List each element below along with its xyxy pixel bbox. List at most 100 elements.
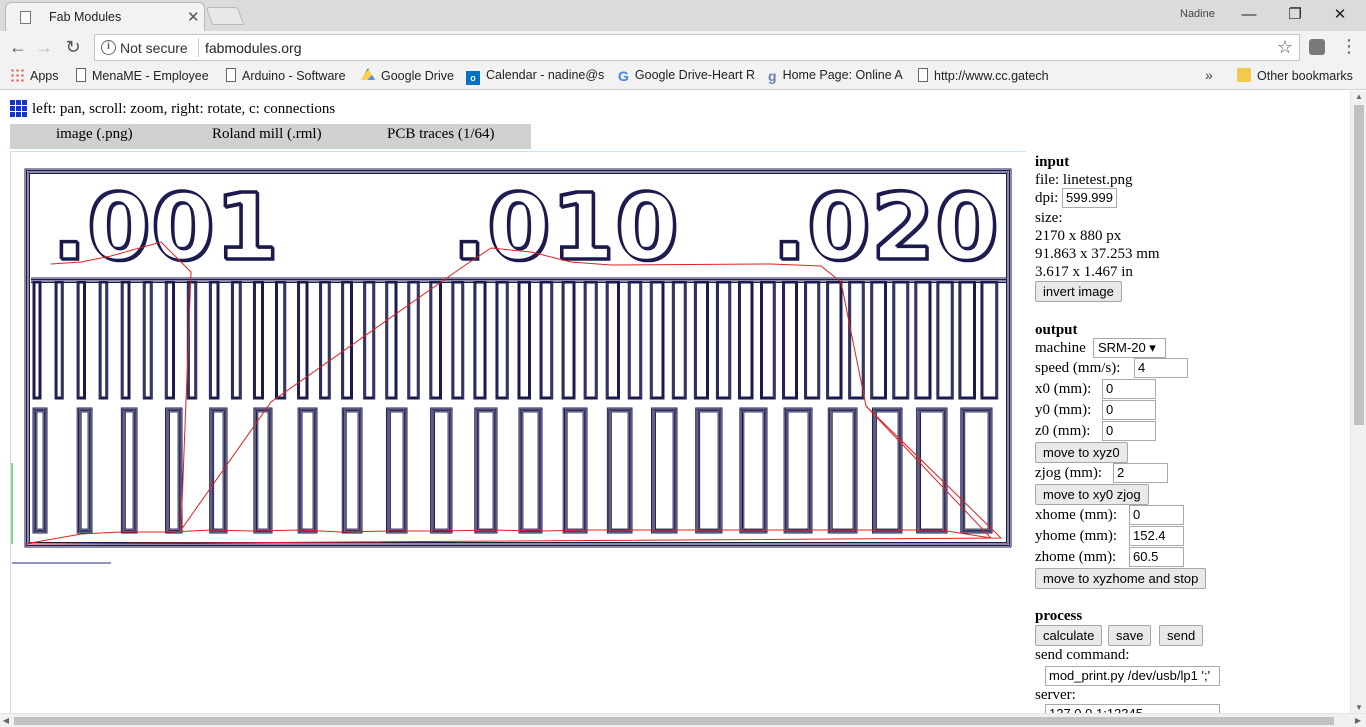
lower-trace xyxy=(653,410,675,531)
back-arrow-icon[interactable]: ← xyxy=(7,36,29,58)
yhome-input[interactable]: 152.4 xyxy=(1129,526,1184,546)
window-close-icon[interactable]: ✕ xyxy=(1325,4,1355,26)
page-favicon-icon xyxy=(20,11,31,24)
y0-label: y0 (mm): xyxy=(1035,402,1092,418)
move-to-xy0-zjog-button[interactable]: move to xy0 zjog xyxy=(1035,484,1149,505)
upper-trace xyxy=(562,281,575,399)
move-to-xyzhome-button[interactable]: move to xyzhome and stop xyxy=(1035,568,1207,589)
bookmarks-overflow-chevron-icon[interactable]: » xyxy=(1205,67,1213,83)
browser-tab[interactable]: Fab Modules ✕ xyxy=(5,2,205,31)
lower-trace xyxy=(566,411,584,530)
bookmark-drive-heart[interactable]: G Google Drive-Heart R xyxy=(618,68,755,84)
upper-trace xyxy=(166,282,173,398)
zjog-input[interactable]: 2 xyxy=(1113,463,1168,483)
forward-arrow-icon[interactable]: → xyxy=(33,36,55,58)
scroll-down-icon[interactable]: ▼ xyxy=(1351,703,1366,712)
output-heading: output xyxy=(1035,322,1078,338)
lower-trace xyxy=(256,410,270,531)
bookmark-gatech[interactable]: http://www.cc.gatech xyxy=(918,68,1049,83)
dpi-input[interactable]: 599.999 xyxy=(1062,188,1117,208)
lower-trace xyxy=(432,410,450,531)
bookmark-apps[interactable]: Apps xyxy=(10,68,59,83)
scroll-left-icon[interactable]: ◀ xyxy=(0,716,12,725)
tab-close-icon[interactable]: ✕ xyxy=(187,8,200,26)
server-input[interactable]: 127.0.0.1:12345 xyxy=(1045,704,1220,713)
lower-trace xyxy=(32,407,48,534)
page-icon xyxy=(918,68,928,82)
folder-icon xyxy=(1237,68,1251,82)
machine-select[interactable]: SRM-20 ▾ xyxy=(1093,338,1166,358)
size-in: 3.617 x 1.467 in xyxy=(1035,264,1133,280)
lower-trace xyxy=(166,408,182,533)
size-label: size: xyxy=(1035,210,1063,226)
y0-input[interactable]: 0 xyxy=(1102,400,1156,420)
google-drive-icon xyxy=(361,68,375,80)
xhome-label: xhome (mm): xyxy=(1035,507,1118,523)
bookmark-star-icon[interactable]: ☆ xyxy=(1277,37,1293,58)
g-icon: g xyxy=(768,68,777,84)
tab-pcb-traces[interactable]: PCB traces (1/64) xyxy=(387,126,494,143)
lower-trace xyxy=(77,408,92,533)
module-tabs: image (.png) Roland mill (.rml) PCB trac… xyxy=(10,124,531,149)
security-status[interactable]: Not secure xyxy=(120,40,188,56)
toolpath-canvas[interactable]: .001.001.001.010.010.010.020.020.020 xyxy=(11,152,1025,712)
upper-trace xyxy=(387,282,396,398)
vertical-scroll-thumb[interactable] xyxy=(1354,105,1364,425)
extension-icon[interactable] xyxy=(1309,39,1325,55)
x0-input[interactable]: 0 xyxy=(1102,379,1156,399)
bookmark-google-drive[interactable]: Google Drive xyxy=(361,68,454,83)
lower-trace xyxy=(699,411,719,530)
toolpath-viewer[interactable]: .001.001.001.010.010.010.020.020.020 xyxy=(10,151,1026,713)
send-command-input[interactable]: mod_print.py /dev/usb/lp1 ';' xyxy=(1045,666,1220,686)
z0-label: z0 (mm): xyxy=(1035,423,1091,439)
tab-image-png[interactable]: image (.png) xyxy=(56,126,133,143)
bookmark-menaame[interactable]: MenaME - Employee xyxy=(76,68,209,83)
lower-trace xyxy=(610,411,629,530)
page-content: left: pan, scroll: zoom, right: rotate, … xyxy=(0,91,1350,713)
lower-trace xyxy=(831,411,854,530)
profile-name[interactable]: Nadine xyxy=(1180,8,1215,20)
url-text[interactable]: fabmodules.org xyxy=(205,40,302,56)
lower-trace xyxy=(787,411,809,530)
other-bookmarks[interactable]: Other bookmarks xyxy=(1237,68,1353,83)
new-tab-button[interactable] xyxy=(205,7,245,25)
vertical-scrollbar[interactable]: ▲ ▼ xyxy=(1350,91,1366,713)
move-to-xyz0-button[interactable]: move to xyz0 xyxy=(1035,442,1128,463)
toolpath-labels: .001.001.001.010.010.010.020.020.020 xyxy=(50,172,1001,283)
input-heading: input xyxy=(1035,154,1070,170)
upper-trace xyxy=(738,281,753,399)
reload-icon[interactable]: ↻ xyxy=(62,36,84,58)
lower-trace xyxy=(434,411,449,530)
zhome-input[interactable]: 60.5 xyxy=(1129,547,1184,567)
toolpath-label: .020 xyxy=(773,175,1000,282)
info-icon[interactable]: i xyxy=(101,40,116,55)
scroll-up-icon[interactable]: ▲ xyxy=(1351,92,1366,101)
horizontal-scroll-thumb[interactable] xyxy=(14,717,1334,725)
x0-label: x0 (mm): xyxy=(1035,381,1092,397)
lower-trace xyxy=(388,410,405,531)
maximize-icon[interactable]: ❐ xyxy=(1280,4,1310,26)
upper-trace xyxy=(784,282,797,398)
xhome-input[interactable]: 0 xyxy=(1129,505,1184,525)
scroll-right-icon[interactable]: ▶ xyxy=(1352,716,1364,725)
browser-menu-icon[interactable]: ⋮ xyxy=(1340,36,1358,56)
calculate-button[interactable]: calculate xyxy=(1035,625,1103,646)
speed-input[interactable]: 4 xyxy=(1134,358,1188,378)
upper-trace xyxy=(629,282,641,398)
toolpath-label: .001 xyxy=(53,175,280,282)
upper-trace xyxy=(960,282,975,398)
bookmark-calendar[interactable]: o Calendar - nadine@s xyxy=(466,68,604,85)
horizontal-scrollbar[interactable]: ◀ ▶ xyxy=(0,713,1366,727)
upper-trace xyxy=(584,281,597,399)
send-button[interactable]: send xyxy=(1159,625,1204,646)
tab-roland-mill-rml[interactable]: Roland mill (.rml) xyxy=(212,126,322,143)
invert-image-button[interactable]: invert image xyxy=(1035,281,1122,302)
save-button[interactable]: save xyxy=(1108,625,1152,646)
z0-input[interactable]: 0 xyxy=(1102,421,1156,441)
bookmark-arduino[interactable]: Arduino - Software xyxy=(226,68,346,83)
minimize-icon[interactable]: — xyxy=(1234,4,1264,26)
address-bar[interactable]: i Not secure fabmodules.org ☆ xyxy=(94,34,1300,61)
dpi-label: dpi: xyxy=(1035,190,1059,206)
bookmark-home-page[interactable]: g Home Page: Online A xyxy=(768,68,903,84)
url-divider xyxy=(198,38,199,57)
